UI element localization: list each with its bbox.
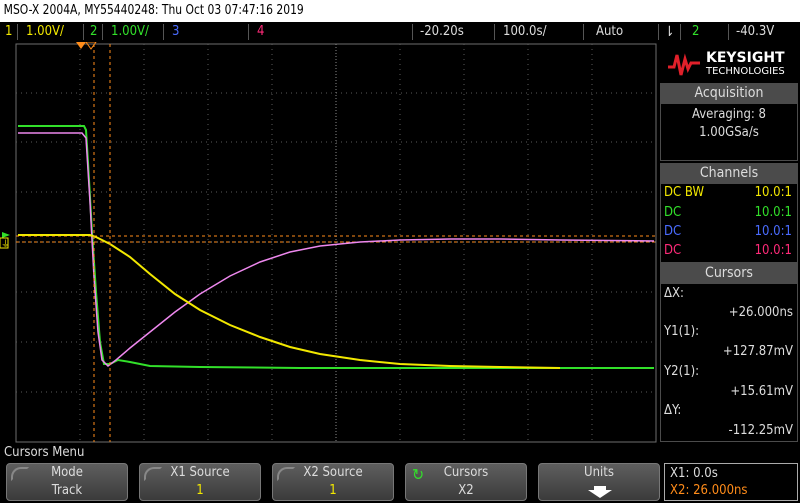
trigger-mode[interactable]: Auto [596, 22, 623, 42]
y1-value: +127.87mV [722, 344, 793, 359]
delta-x-label: ΔX: [664, 286, 684, 301]
softkey-label: X1 Source [170, 465, 230, 480]
channels-header: Channels [660, 163, 798, 183]
ch1-scale[interactable]: 1.00V/ [26, 22, 64, 42]
mode-softkey[interactable]: Mode Track [6, 463, 128, 501]
cursors-header: Cursors [660, 263, 798, 283]
keysight-wave-icon [668, 53, 700, 76]
softkey-label: X2 Source [303, 465, 363, 480]
acquisition-averaging: Averaging: 8 [692, 107, 766, 122]
menu-title: Cursors Menu [4, 445, 85, 460]
time-offset[interactable]: -20.20s [420, 22, 464, 42]
ch3-coupling: DC [664, 224, 682, 239]
brand-sub: TECHNOLOGIES [706, 66, 785, 77]
delta-y-label: ΔY: [664, 403, 682, 418]
cursors-box[interactable]: ΔX: +26.000ns Y1(1): +127.87mV Y2(1): +1… [660, 283, 798, 442]
softkey-label: Cursors [443, 465, 489, 480]
trigger-level[interactable]: -40.3V [736, 22, 774, 42]
time-scale[interactable]: 100.0s/ [503, 22, 547, 42]
delta-y-value: -112.25mV [728, 423, 793, 438]
delta-x-value: +26.000ns [728, 305, 793, 320]
ch4-coupling: DC [664, 243, 682, 258]
ground-symbol-icon: ⏚ [1, 239, 10, 250]
acquisition-box[interactable]: Averaging: 8 1.00GSa/s [660, 103, 798, 161]
submenu-arrow-icon [588, 486, 612, 498]
cursors-softkey[interactable]: ↻ Cursors X2 [405, 463, 527, 501]
softkey-label: Mode [51, 465, 83, 480]
channels-box[interactable]: DC BW 10.0:1 DC 10.0:1 DC 10.0:1 DC 10.0… [660, 183, 798, 263]
ch4-probe: 10.0:1 [754, 243, 792, 258]
acquisition-rate: 1.00GSa/s [699, 125, 759, 140]
units-softkey[interactable]: Units [538, 463, 660, 501]
softkey-value: 1 [329, 483, 337, 498]
waveform-display[interactable]: ⏚ [0, 42, 658, 444]
softkey-value: X2 [458, 483, 474, 498]
y2-value: +15.61mV [730, 384, 793, 399]
ch3-number[interactable]: 3 [172, 22, 179, 42]
ch2-probe: 10.0:1 [754, 205, 792, 220]
x2-source-softkey[interactable]: X2 Source 1 [272, 463, 394, 501]
x1-readout: X1: 0.0s [670, 466, 718, 481]
softkey-value: 1 [196, 483, 204, 498]
brand-name: KEYSIGHT [706, 50, 785, 66]
softkey-value: Track [51, 483, 83, 498]
ch2-number[interactable]: 2 [90, 22, 97, 42]
acquisition-header: Acquisition [660, 83, 798, 103]
trigger-edge-icon: ⇂ [664, 24, 675, 40]
cursor-readout-box: X1: 0.0s X2: 26.000ns [664, 463, 798, 501]
ch2-scale[interactable]: 1.00V/ [111, 22, 149, 42]
ch4-number[interactable]: 4 [257, 22, 264, 42]
y2-label: Y2(1): [664, 364, 700, 379]
y1-label: Y1(1): [664, 324, 700, 339]
ch1-number[interactable]: 1 [5, 22, 12, 42]
x1-source-softkey[interactable]: X1 Source 1 [139, 463, 261, 501]
softkey-label: Units [584, 465, 614, 480]
ch3-probe: 10.0:1 [754, 224, 792, 239]
instrument-title: MSO-X 2004A, MY55440248: Thu Oct 03 07:4… [3, 3, 304, 18]
ch1-coupling: DC BW [664, 185, 705, 200]
keysight-logo: KEYSIGHT TECHNOLOGIES [662, 46, 798, 82]
ch1-probe: 10.0:1 [754, 185, 792, 200]
title-bar: MSO-X 2004A, MY55440248: Thu Oct 03 07:4… [0, 0, 800, 22]
x2-readout: X2: 26.000ns [670, 483, 748, 498]
trigger-source[interactable]: 2 [692, 22, 699, 42]
ch2-coupling: DC [664, 205, 682, 220]
